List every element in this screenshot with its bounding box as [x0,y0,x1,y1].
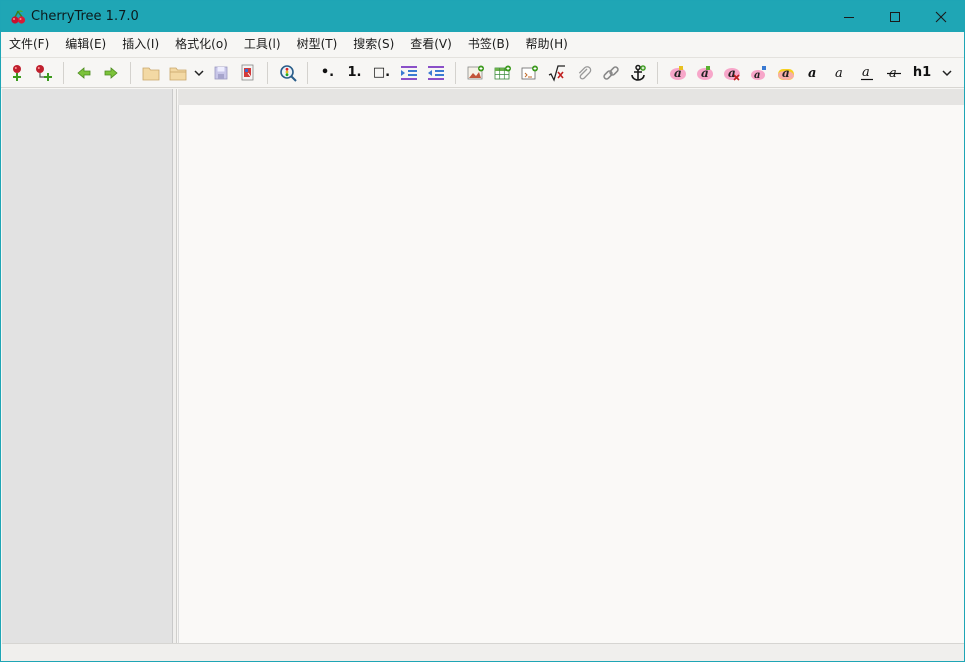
arrow-left-icon [76,66,90,79]
chevron-down-icon [194,69,204,76]
underline-button[interactable]: a [853,59,880,86]
status-bar [2,643,964,661]
insert-link-button[interactable] [597,59,624,86]
save-button[interactable] [207,59,234,86]
text-foreground-color-button[interactable]: a [664,59,691,86]
table-icon [494,65,511,79]
add-subnode-button[interactable] [30,59,57,86]
svg-text:a: a [754,70,760,81]
add-subnode-icon [35,64,52,81]
menu-help[interactable]: 帮助(H) [517,32,575,57]
highlight-text-button[interactable]: a [772,59,799,86]
svg-text:a: a [808,66,816,81]
maximize-icon [890,11,900,22]
save-icon [214,66,227,79]
small-text-button[interactable]: a [745,59,772,86]
paperclip-icon [578,65,591,79]
close-icon [935,11,947,22]
text-editor-area[interactable] [178,105,964,643]
indent-icon [400,65,417,80]
text-color-icon: a [669,65,686,80]
magnifier-icon [279,64,297,82]
heading-1-button[interactable]: h1 [907,59,937,86]
clear-format-icon: a [723,66,740,81]
cherry-icon [10,9,26,25]
link-icon [602,65,619,80]
node-header-bar [178,89,964,105]
menu-bookmarks[interactable]: 书签(B) [460,32,518,57]
menu-format[interactable]: 格式化(o) [167,32,236,57]
recent-files-dropdown[interactable] [191,59,207,86]
highlight-color-icon: a [696,65,713,80]
new-file-button[interactable] [137,59,164,86]
arrow-right-icon [104,66,118,79]
app-window: CherryTree 1.7.0 文件(F) 编辑(E) 插入(I) 格式化(o… [0,0,965,662]
node-tree-pane[interactable] [2,89,173,643]
close-button[interactable] [918,1,964,32]
insert-table-button[interactable] [489,59,516,86]
italic-icon: a [835,66,843,81]
chevron-down-icon [942,69,952,76]
title-bar: CherryTree 1.7.0 [1,1,964,32]
menu-tools[interactable]: 工具(l) [236,32,289,57]
menu-insert[interactable]: 插入(I) [114,32,167,57]
insert-attachment-button[interactable] [570,59,597,86]
heading-1-label: h1 [912,65,932,80]
go-forward-button[interactable] [97,59,124,86]
codebox-icon [521,65,538,79]
folder-open-icon [169,67,186,80]
export-icon [241,64,253,80]
todo-list-button[interactable]: □. [368,59,395,86]
indent-button[interactable] [395,59,422,86]
folder-icon [142,67,159,80]
small-text-icon: a [750,65,766,81]
menu-bar: 文件(F) 编辑(E) 插入(I) 格式化(o) 工具(l) 树型(T) 搜索(… [1,32,964,57]
minimize-button[interactable] [826,1,872,32]
export-pdf-button[interactable] [234,59,261,86]
bold-button[interactable]: a [799,59,826,86]
pane-splitter[interactable] [173,89,177,643]
insert-latex-button[interactable] [543,59,570,86]
maximize-button[interactable] [872,1,918,32]
spell-check-button[interactable] [274,59,301,86]
todo-list-label: □. [372,65,391,80]
anchor-icon [630,64,646,81]
add-node-icon [12,64,21,81]
text-background-color-button[interactable]: a [691,59,718,86]
underline-icon: a [860,65,873,80]
bullet-list-button[interactable]: •. [314,59,341,86]
unindent-icon [427,65,444,80]
menu-search[interactable]: 搜索(S) [345,32,402,57]
menu-file[interactable]: 文件(F) [1,32,57,57]
insert-image-button[interactable] [462,59,489,86]
open-file-button[interactable] [164,59,191,86]
bold-icon: a [808,66,816,81]
svg-text:a: a [862,65,870,80]
formula-icon [548,64,565,82]
numbered-list-label: 1. [347,65,362,80]
remove-formatting-button[interactable]: a [718,59,745,86]
add-node-button[interactable] [3,59,30,86]
svg-text:a: a [782,66,790,80]
strikethrough-button[interactable]: a [880,59,907,86]
menu-tree[interactable]: 树型(T) [289,32,346,57]
toolbar: •. 1. □. a a a a a a a a a h1 [1,57,964,88]
svg-text:a: a [728,66,736,80]
unindent-button[interactable] [422,59,449,86]
menu-edit[interactable]: 编辑(E) [57,32,114,57]
minimize-icon [844,16,854,18]
strikethrough-icon: a [886,66,901,81]
svg-text:a: a [835,66,843,81]
window-title: CherryTree 1.7.0 [31,9,139,24]
bullet-list-label: •. [320,65,335,80]
numbered-list-button[interactable]: 1. [341,59,368,86]
insert-anchor-button[interactable] [624,59,651,86]
menu-view[interactable]: 查看(V) [402,32,460,57]
image-icon [467,65,484,79]
italic-button[interactable]: a [826,59,853,86]
toolbar-overflow-dropdown[interactable] [937,59,957,86]
insert-codebox-button[interactable] [516,59,543,86]
go-back-button[interactable] [70,59,97,86]
marker-icon: a [777,66,794,80]
